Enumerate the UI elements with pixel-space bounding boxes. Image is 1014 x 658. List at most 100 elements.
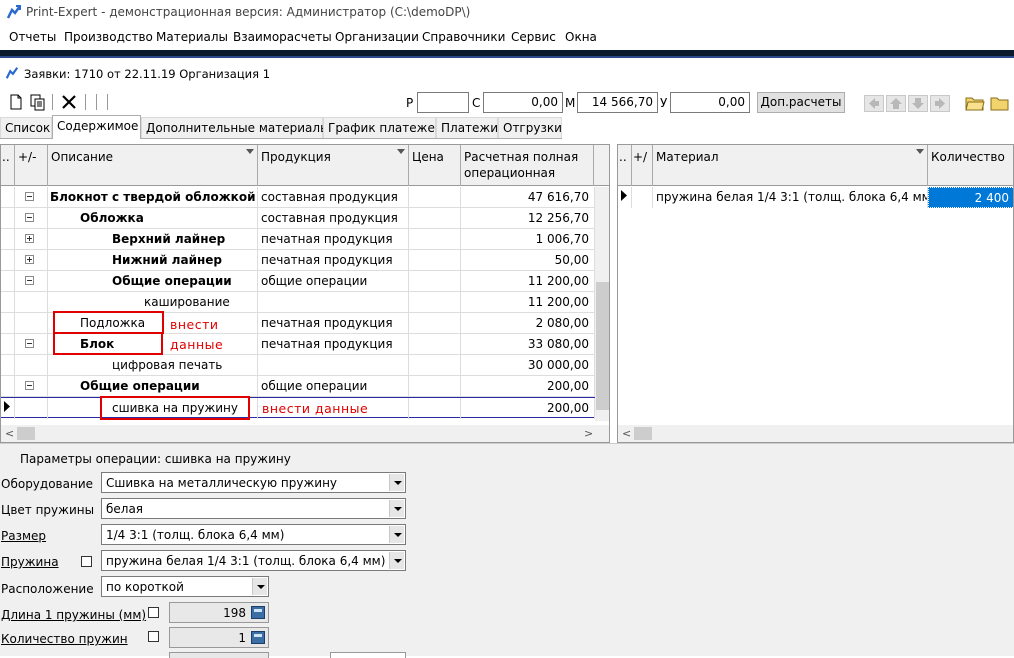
product-cell[interactable]: печатная продукция bbox=[258, 250, 409, 271]
spring-length-label[interactable]: Длина 1 пружины (мм) bbox=[1, 608, 146, 622]
horizontal-scrollbar[interactable]: < bbox=[618, 425, 1013, 442]
scrollbar-thumb[interactable] bbox=[17, 427, 35, 440]
menu-references[interactable]: Справочники bbox=[422, 30, 505, 44]
table-row[interactable]: Общие операции общие операции 200,00 bbox=[1, 376, 595, 397]
arrow-down-icon[interactable] bbox=[908, 95, 928, 112]
chevron-down-icon[interactable] bbox=[389, 552, 404, 569]
open-folder-icon[interactable] bbox=[965, 94, 985, 112]
product-cell[interactable]: печатная продукция bbox=[258, 313, 409, 334]
menu-production[interactable]: Производство bbox=[64, 30, 153, 44]
equipment-select[interactable]: Сшивка на металлическую пружину bbox=[101, 472, 406, 493]
table-row[interactable]: Общие операции общие операции 11 200,00 bbox=[1, 271, 595, 292]
size-label[interactable]: Размер bbox=[1, 529, 46, 543]
tab-additional-materials[interactable]: Дополнительные материалы bbox=[141, 117, 330, 139]
spring-color-select[interactable]: белая bbox=[101, 498, 406, 519]
price-cell[interactable] bbox=[409, 313, 461, 334]
description-cell[interactable]: каширование bbox=[48, 292, 258, 313]
position-select[interactable]: по короткой bbox=[101, 576, 269, 597]
col-product[interactable]: Продукция bbox=[258, 145, 409, 186]
folder-icon[interactable] bbox=[990, 94, 1010, 112]
total-cell[interactable]: 11 200,00 bbox=[461, 271, 595, 292]
description-cell[interactable]: Нижний лайнер bbox=[48, 250, 258, 271]
price-cell[interactable] bbox=[409, 271, 461, 292]
arrow-right-icon[interactable] bbox=[930, 95, 950, 112]
chevron-down-icon[interactable] bbox=[916, 149, 924, 154]
new-document-icon[interactable] bbox=[7, 93, 25, 111]
r-field[interactable] bbox=[417, 92, 469, 113]
chevron-down-icon[interactable] bbox=[397, 149, 405, 154]
total-cell[interactable]: 30 000,00 bbox=[461, 355, 595, 376]
table-row[interactable]: Верхний лайнер печатная продукция 1 006,70 bbox=[1, 229, 595, 250]
product-cell[interactable] bbox=[258, 355, 409, 376]
menu-settlements[interactable]: Взаиморасчеты bbox=[233, 30, 332, 44]
price-cell[interactable] bbox=[409, 334, 461, 355]
spring-length-checkbox[interactable] bbox=[148, 607, 159, 618]
calculator-icon[interactable] bbox=[251, 631, 265, 644]
collapse-minus-icon[interactable] bbox=[25, 381, 34, 390]
expand-plus-icon[interactable] bbox=[25, 255, 34, 264]
spring-count-label[interactable]: Количество пружин bbox=[1, 632, 128, 646]
table-row[interactable]: цифровая печать 30 000,00 bbox=[1, 355, 595, 376]
total-cell[interactable]: 11 200,00 bbox=[461, 292, 595, 313]
scroll-right-icon[interactable]: > bbox=[584, 427, 593, 440]
col-total[interactable]: Расчетная полная операционная bbox=[461, 145, 594, 186]
description-cell[interactable]: Верхний лайнер bbox=[48, 229, 258, 250]
collapse-minus-icon[interactable] bbox=[25, 339, 34, 348]
product-cell[interactable]: общие операции bbox=[258, 376, 409, 397]
menu-organizations[interactable]: Организации bbox=[335, 30, 419, 44]
total-cell[interactable]: 200,00 bbox=[461, 398, 595, 419]
total-cell[interactable]: 47 616,70 bbox=[461, 187, 595, 208]
tab-payment-schedule[interactable]: График платежей bbox=[323, 117, 443, 139]
menu-service[interactable]: Сервис bbox=[511, 30, 556, 44]
price-cell[interactable] bbox=[409, 250, 461, 271]
total-cell[interactable]: 200,00 bbox=[461, 376, 595, 397]
col-material[interactable]: Материал bbox=[653, 145, 928, 186]
tab-shipments[interactable]: Отгрузки bbox=[498, 117, 562, 139]
description-cell[interactable]: Блокнот с твердой обложкой св bbox=[48, 187, 258, 208]
description-cell[interactable]: Обложка bbox=[48, 208, 258, 229]
col-expand[interactable]: +/- bbox=[15, 145, 48, 186]
scrollbar-thumb[interactable] bbox=[596, 282, 609, 410]
menu-reports[interactable]: Отчеты bbox=[9, 30, 56, 44]
table-row[interactable]: Нижний лайнер печатная продукция 50,00 bbox=[1, 250, 595, 271]
description-cell[interactable]: Общие операции bbox=[48, 271, 258, 292]
description-cell[interactable]: Общие операции bbox=[48, 376, 258, 397]
price-cell[interactable] bbox=[409, 292, 461, 313]
delete-icon[interactable] bbox=[60, 93, 78, 111]
chevron-down-icon[interactable] bbox=[389, 526, 404, 543]
menu-materials[interactable]: Материалы bbox=[156, 30, 228, 44]
collapse-minus-icon[interactable] bbox=[25, 276, 34, 285]
spring-count-field[interactable]: 1 bbox=[169, 627, 269, 648]
product-cell[interactable] bbox=[258, 292, 409, 313]
spring-count-checkbox[interactable] bbox=[148, 631, 159, 642]
s-field[interactable]: 0,00 bbox=[483, 92, 563, 113]
scroll-left-icon[interactable]: < bbox=[622, 427, 631, 440]
product-cell[interactable]: печатная продукция bbox=[258, 334, 409, 355]
chevron-down-icon[interactable] bbox=[252, 578, 267, 595]
table-row[interactable]: каширование 11 200,00 bbox=[1, 292, 595, 313]
col-description[interactable]: Описание bbox=[48, 145, 258, 186]
description-cell[interactable]: цифровая печать bbox=[48, 355, 258, 376]
spring-length-field[interactable]: 198 bbox=[169, 602, 269, 623]
total-cell[interactable]: 1 006,70 bbox=[461, 229, 595, 250]
table-row[interactable]: пружина белая 1/4 3:1 (толщ. блока 6,4 м… bbox=[618, 187, 1013, 208]
total-cell[interactable]: 12 256,70 bbox=[461, 208, 595, 229]
product-cell[interactable]: составная продукция bbox=[258, 187, 409, 208]
col-expand[interactable]: +/ bbox=[632, 145, 653, 186]
chevron-down-icon[interactable] bbox=[389, 500, 404, 517]
tab-contents[interactable]: Содержимое bbox=[52, 115, 141, 139]
scrollbar-thumb[interactable] bbox=[634, 427, 652, 440]
chevron-down-icon[interactable] bbox=[389, 474, 404, 491]
u-field[interactable]: 0,00 bbox=[670, 92, 750, 113]
product-cell[interactable]: составная продукция bbox=[258, 208, 409, 229]
tab-list[interactable]: Список bbox=[0, 117, 52, 139]
arrow-left-icon[interactable] bbox=[864, 95, 884, 112]
vertical-scrollbar[interactable] bbox=[595, 187, 609, 421]
price-cell[interactable] bbox=[409, 187, 461, 208]
spring-label[interactable]: Пружина bbox=[1, 555, 59, 569]
collapse-minus-icon[interactable] bbox=[25, 213, 34, 222]
size-select[interactable]: 1/4 3:1 (толщ. блока 6,4 мм) bbox=[101, 524, 406, 545]
collapse-minus-icon[interactable] bbox=[25, 192, 34, 201]
table-row[interactable]: Блокнот с твердой обложкой св составная п… bbox=[1, 187, 595, 208]
total-cell[interactable]: 50,00 bbox=[461, 250, 595, 271]
